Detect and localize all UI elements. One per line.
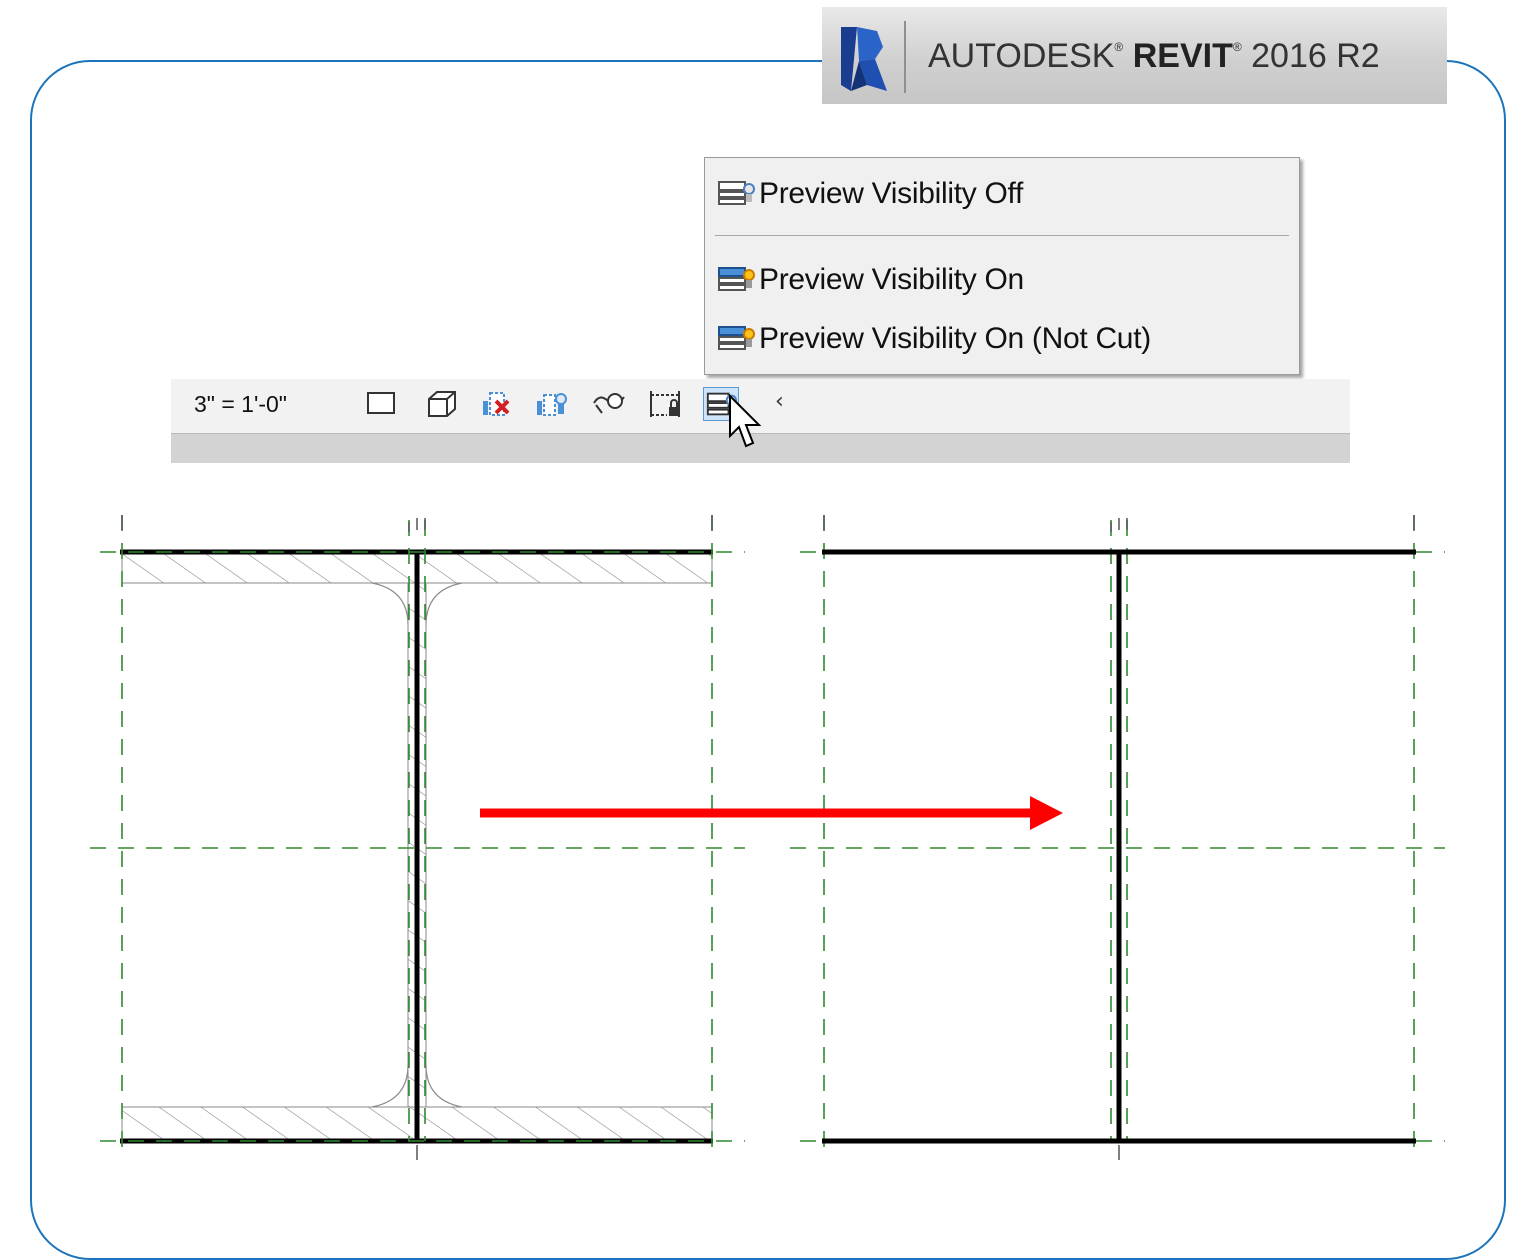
- left-beam-section: [120, 549, 713, 1144]
- beam-section-drawing: [90, 515, 1445, 1160]
- right-beam-section: [822, 549, 1416, 1144]
- transition-arrow: [480, 796, 1063, 830]
